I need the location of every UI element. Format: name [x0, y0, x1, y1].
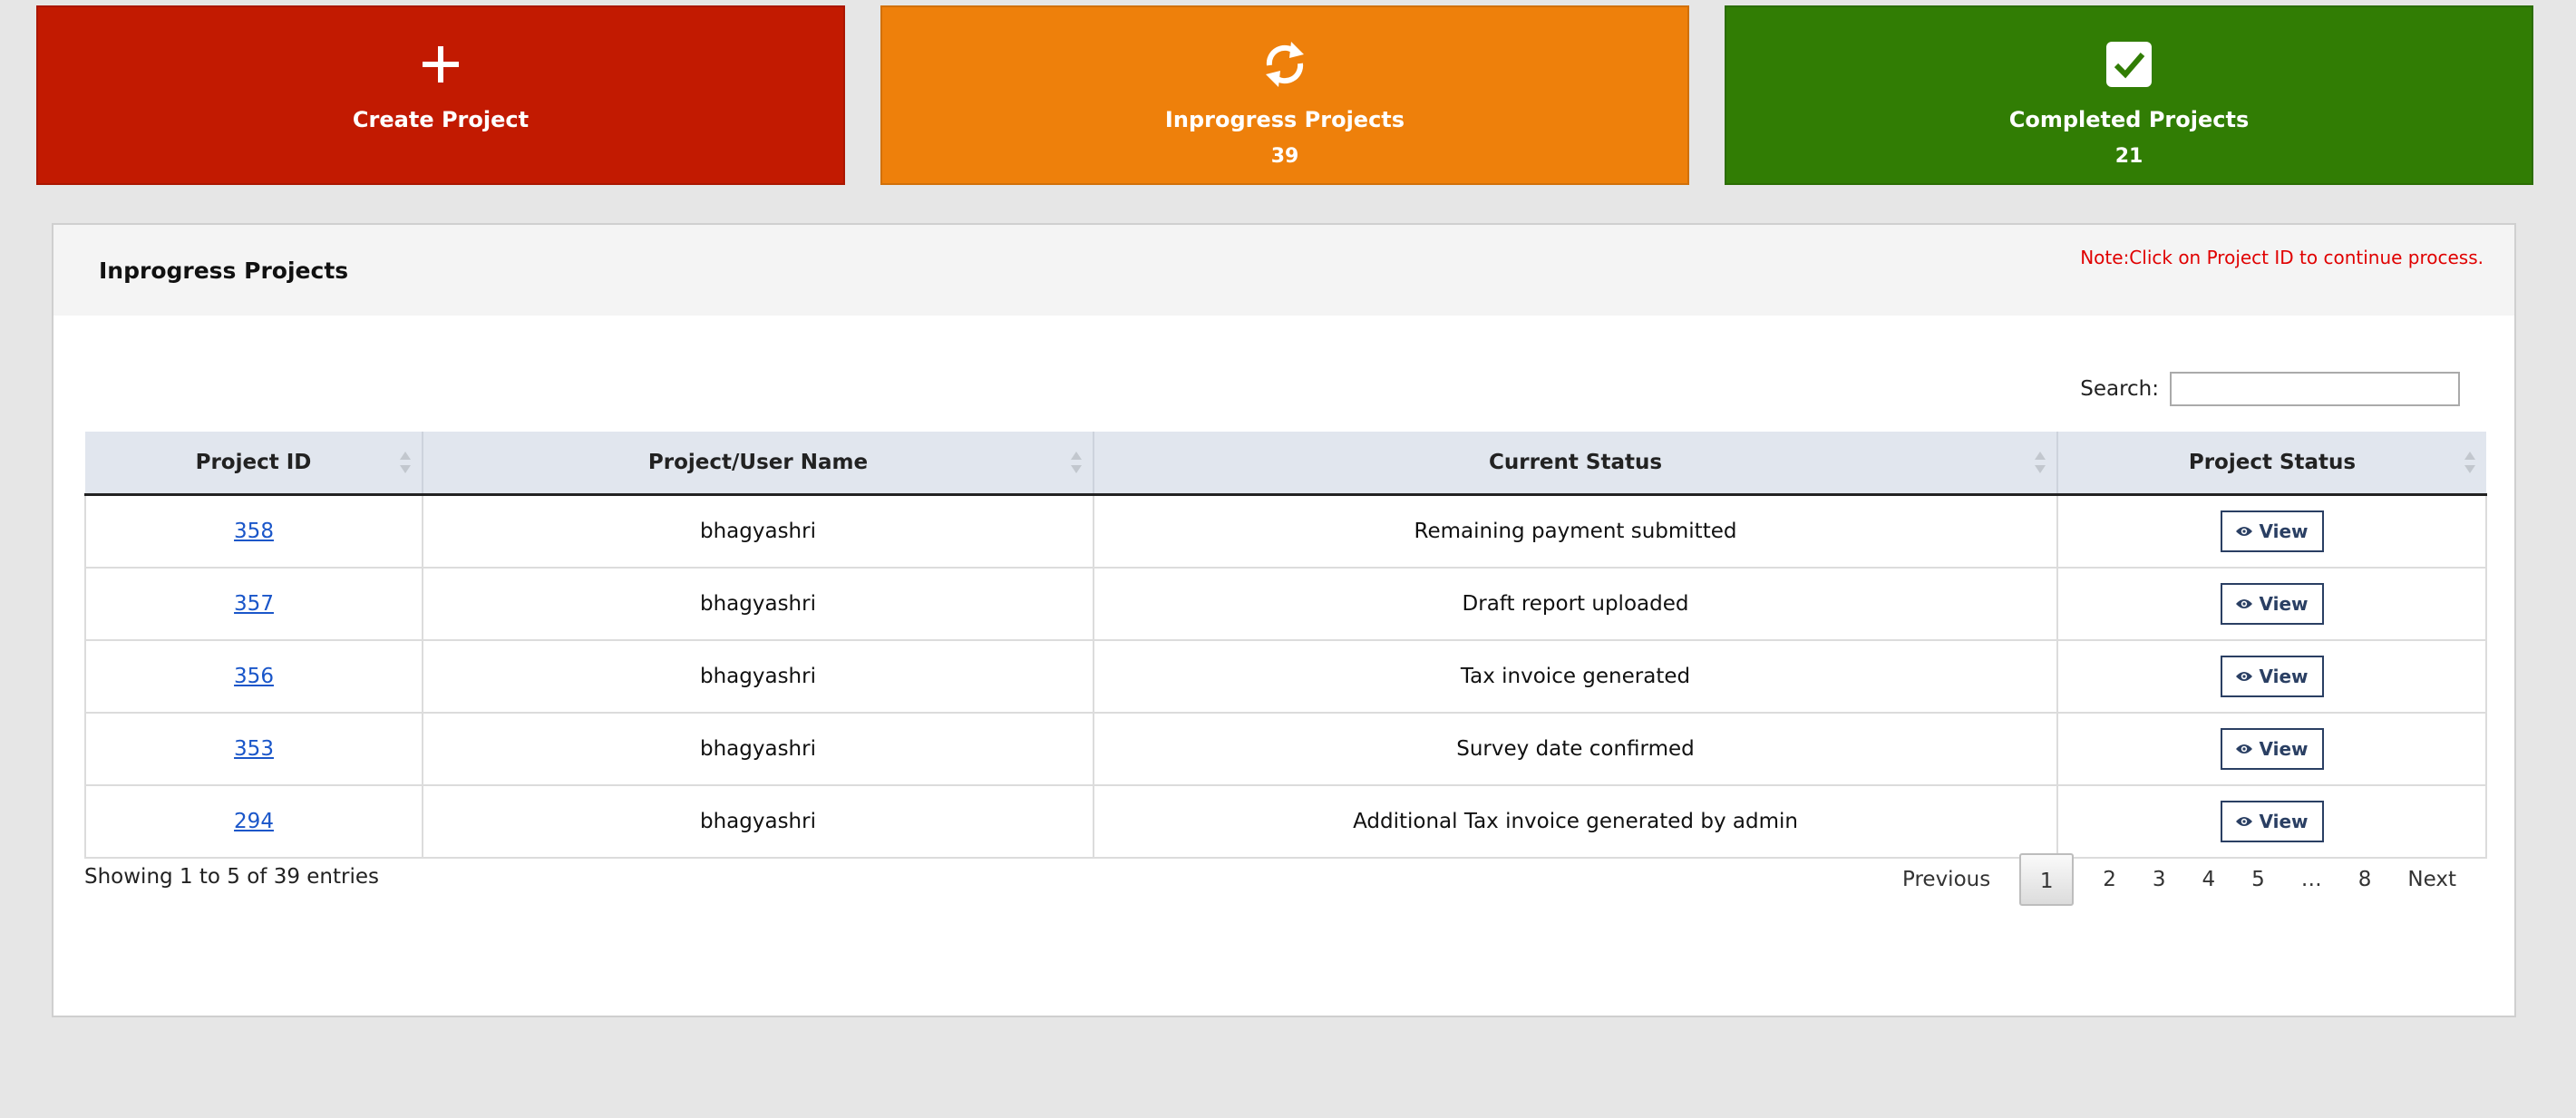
project-status-cell: View: [2056, 784, 2487, 859]
user-name-cell: bhagyashri: [422, 639, 1094, 714]
view-button[interactable]: View: [2220, 801, 2324, 842]
projects-table: Project ID Project/User Name Current Sta…: [84, 432, 2487, 859]
project-status-cell: View: [2056, 493, 2487, 569]
pagination-next[interactable]: Next: [2407, 868, 2456, 891]
sort-icon: [2464, 452, 2475, 473]
eye-icon: [2236, 817, 2253, 826]
view-button[interactable]: View: [2220, 728, 2324, 770]
project-id-cell: 358: [84, 493, 423, 569]
table-row: 357 bhagyashri Draft report uploaded Vie…: [84, 567, 2487, 641]
completed-projects-count: 21: [2114, 145, 2143, 168]
column-header-label: Project/User Name: [647, 451, 869, 474]
pagination-ellipsis: …: [2300, 868, 2322, 891]
view-button[interactable]: View: [2220, 510, 2324, 552]
sort-icon: [400, 452, 411, 473]
table-row: 294 bhagyashri Additional Tax invoice ge…: [84, 784, 2487, 859]
table-header-row: Project ID Project/User Name Current Sta…: [85, 432, 2486, 496]
project-id-cell: 353: [84, 712, 423, 786]
user-name-cell: bhagyashri: [422, 493, 1094, 569]
table-row: 356 bhagyashri Tax invoice generated Vie…: [84, 639, 2487, 714]
panel-note: Note:Click on Project ID to continue pro…: [2080, 247, 2484, 268]
current-status-cell: Additional Tax invoice generated by admi…: [1093, 784, 2058, 859]
search-input[interactable]: [2170, 372, 2460, 406]
inprogress-projects-panel: Inprogress Projects Note:Click on Projec…: [52, 223, 2516, 1017]
project-id-link[interactable]: 358: [234, 520, 274, 543]
pagination-previous[interactable]: Previous: [1902, 868, 1990, 891]
project-status-cell: View: [2056, 639, 2487, 714]
current-status-cell: Survey date confirmed: [1093, 712, 2058, 786]
refresh-icon: [882, 33, 1687, 96]
column-header-project-user-name[interactable]: Project/User Name: [423, 432, 1094, 496]
column-header-project-status[interactable]: Project Status: [2057, 432, 2486, 496]
inprogress-projects-label: Inprogress Projects: [1164, 107, 1405, 132]
project-id-link[interactable]: 356: [234, 665, 274, 688]
eye-icon: [2236, 599, 2253, 608]
project-status-cell: View: [2056, 567, 2487, 641]
table-row: 358 bhagyashri Remaining payment submitt…: [84, 493, 2487, 569]
current-status-cell: Remaining payment submitted: [1093, 493, 2058, 569]
completed-projects-label: Completed Projects: [2008, 107, 2250, 132]
sort-icon: [2035, 452, 2046, 473]
view-button[interactable]: View: [2220, 583, 2324, 625]
plus-icon: [38, 33, 843, 96]
pagination-page-4[interactable]: 4: [2202, 868, 2215, 891]
pagination-page-8[interactable]: 8: [2358, 868, 2372, 891]
table-row: 353 bhagyashri Survey date confirmed Vie…: [84, 712, 2487, 786]
project-id-link[interactable]: 353: [234, 737, 274, 761]
search-label: Search:: [2080, 377, 2159, 401]
inprogress-projects-count: 39: [1270, 145, 1299, 168]
column-header-label: Project Status: [2188, 451, 2357, 474]
create-project-label: Create Project: [352, 107, 530, 132]
checkbox-checked-icon: [1726, 33, 2532, 96]
inprogress-projects-tile[interactable]: Inprogress Projects 39: [880, 5, 1689, 185]
create-project-tile[interactable]: Create Project: [36, 5, 845, 185]
user-name-cell: bhagyashri: [422, 712, 1094, 786]
pagination-page-2[interactable]: 2: [2103, 868, 2116, 891]
pagination-page-1[interactable]: 1: [2019, 853, 2075, 906]
view-button-label: View: [2259, 738, 2309, 760]
user-name-cell: bhagyashri: [422, 567, 1094, 641]
view-button-label: View: [2259, 593, 2309, 615]
project-id-cell: 356: [84, 639, 423, 714]
view-button[interactable]: View: [2220, 656, 2324, 697]
panel-header: Inprogress Projects Note:Click on Projec…: [53, 225, 2514, 316]
project-id-cell: 357: [84, 567, 423, 641]
column-header-project-id[interactable]: Project ID: [85, 432, 423, 496]
pagination-page-3[interactable]: 3: [2153, 868, 2166, 891]
column-header-label: Project ID: [195, 451, 312, 474]
project-id-link[interactable]: 294: [234, 810, 274, 833]
completed-projects-tile[interactable]: Completed Projects 21: [1725, 5, 2533, 185]
panel-title: Inprogress Projects: [99, 258, 349, 284]
view-button-label: View: [2259, 666, 2309, 687]
view-button-label: View: [2259, 811, 2309, 832]
user-name-cell: bhagyashri: [422, 784, 1094, 859]
summary-tiles: Create Project Inprogress Projects 39 Co…: [36, 5, 2533, 189]
project-id-cell: 294: [84, 784, 423, 859]
sort-icon: [1071, 452, 1082, 473]
eye-icon: [2236, 672, 2253, 681]
project-id-link[interactable]: 357: [234, 592, 274, 616]
eye-icon: [2236, 744, 2253, 753]
search-area: Search:: [2080, 372, 2460, 406]
column-header-current-status[interactable]: Current Status: [1094, 432, 2058, 496]
pagination: Previous 1 2 3 4 5 … 8 Next: [1884, 852, 2474, 907]
current-status-cell: Draft report uploaded: [1093, 567, 2058, 641]
column-header-label: Current Status: [1488, 451, 1663, 474]
current-status-cell: Tax invoice generated: [1093, 639, 2058, 714]
project-status-cell: View: [2056, 712, 2487, 786]
view-button-label: View: [2259, 520, 2309, 542]
pagination-page-5[interactable]: 5: [2251, 868, 2265, 891]
entries-info: Showing 1 to 5 of 39 entries: [84, 865, 380, 889]
eye-icon: [2236, 527, 2253, 536]
